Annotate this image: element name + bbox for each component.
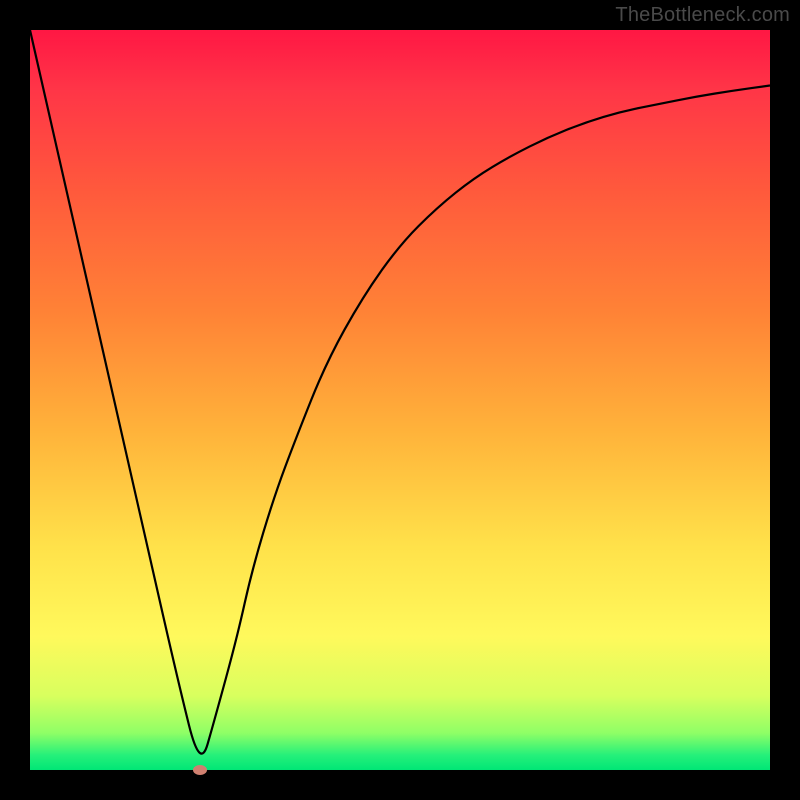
attribution-text: TheBottleneck.com: [615, 4, 790, 27]
plot-gradient-background: [30, 30, 770, 770]
chart-frame: TheBottleneck.com: [0, 0, 800, 800]
